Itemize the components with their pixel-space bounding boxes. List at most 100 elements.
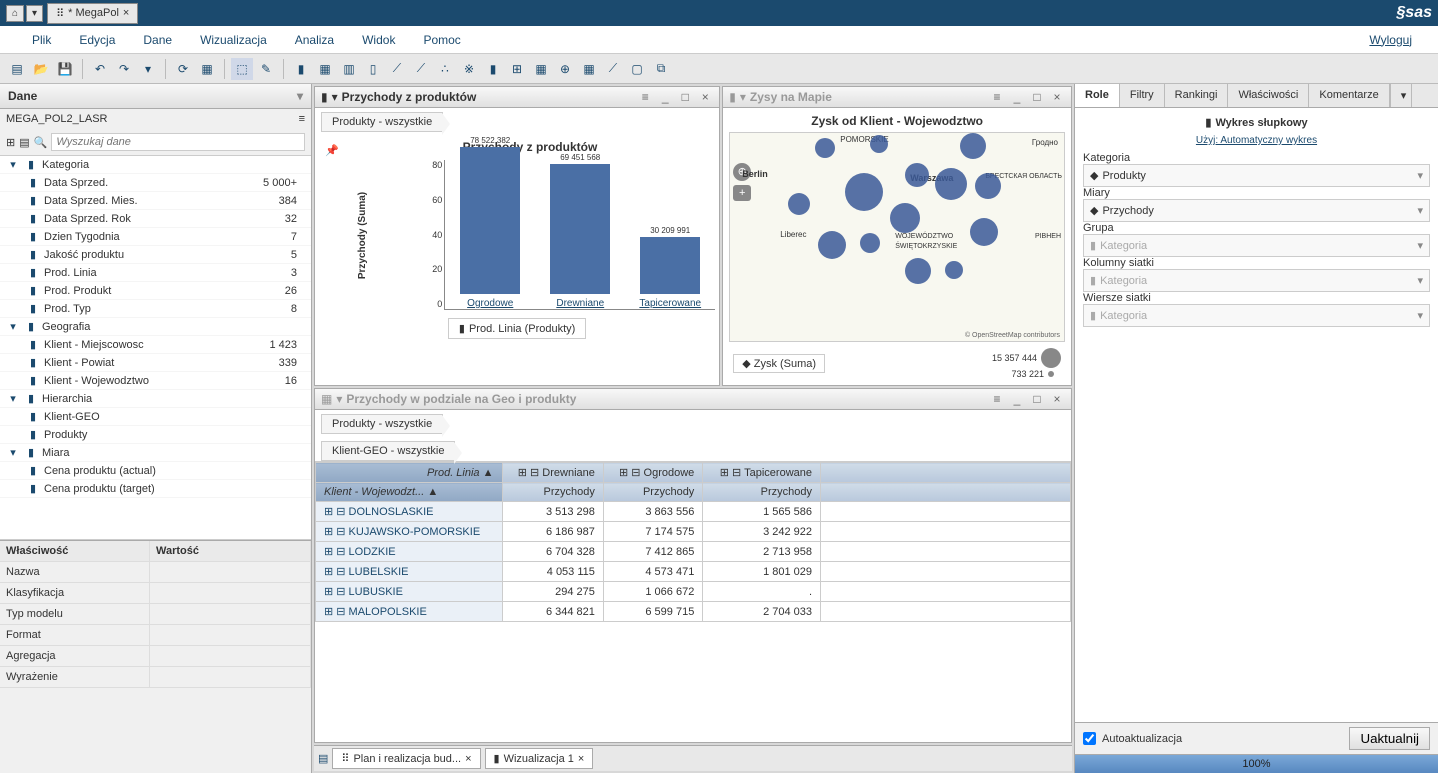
home-button[interactable]: ⌂ xyxy=(6,5,24,22)
menu-visualization[interactable]: Wizualizacja xyxy=(186,33,281,47)
group-label[interactable]: Kategoria xyxy=(42,159,305,171)
role-field[interactable]: ▮Kategoria▾ xyxy=(1083,234,1430,257)
data-item[interactable]: Jakość produktu xyxy=(44,249,291,261)
bar-category-label[interactable]: Drewniane xyxy=(556,298,604,309)
role-field[interactable]: ◆Produkty▾ xyxy=(1083,164,1430,187)
bar-category-label[interactable]: Ogrodowe xyxy=(467,298,513,309)
data-source-menu-icon[interactable]: ≡ xyxy=(299,113,305,125)
col-tapicerowane[interactable]: ⊞ ⊟ Tapicerowane xyxy=(703,463,821,483)
map-canvas[interactable]: ⊕ + POMORSKIE Berlin Warszawa Гродно БРЕ… xyxy=(729,132,1065,342)
pin-icon[interactable]: 📌 xyxy=(325,144,339,157)
new-icon[interactable]: ▤ xyxy=(6,58,28,80)
group-label[interactable]: Hierarchia xyxy=(42,393,305,405)
data-item[interactable]: Prod. Linia xyxy=(44,267,291,279)
history-icon[interactable]: ▾ xyxy=(137,58,159,80)
close-tab-icon[interactable]: × xyxy=(123,7,129,19)
close-icon[interactable]: × xyxy=(1049,392,1065,406)
data-item[interactable]: Produkty xyxy=(44,429,297,441)
table-row-header[interactable]: ⊞ ⊟ DOLNOSLASKIE xyxy=(316,502,503,522)
dropdown-icon[interactable]: ▾ xyxy=(1417,169,1423,182)
dropdown-icon[interactable]: ▾ xyxy=(332,90,338,104)
data-item[interactable]: Klient - Powiat xyxy=(44,357,279,369)
scatter-chart-icon[interactable]: ∴ xyxy=(434,58,456,80)
minimize-icon[interactable]: _ xyxy=(1009,90,1025,104)
line2-icon[interactable]: ⟋ xyxy=(410,58,432,80)
menu-data[interactable]: Dane xyxy=(129,33,186,47)
footer-tab-1[interactable]: ⠿Plan i realizacja bud... × xyxy=(332,748,480,769)
minimize-icon[interactable]: _ xyxy=(1009,392,1025,406)
menu-icon[interactable]: ≡ xyxy=(989,392,1005,406)
crosstab-icon[interactable]: ▥ xyxy=(338,58,360,80)
dropdown-icon[interactable]: ▾ xyxy=(740,90,746,104)
prop-value[interactable] xyxy=(150,646,311,666)
expand-icon[interactable]: ▾ xyxy=(6,446,20,459)
prop-value[interactable] xyxy=(150,583,311,603)
maximize-icon[interactable]: □ xyxy=(1029,392,1045,406)
role-field[interactable]: ▮Kategoria▾ xyxy=(1083,269,1430,292)
dropdown-icon[interactable]: ▾ xyxy=(1417,204,1423,217)
data-item[interactable]: Dzien Tygodnia xyxy=(44,231,291,243)
data-item[interactable]: Prod. Typ xyxy=(44,303,291,315)
minimize-icon[interactable]: _ xyxy=(657,90,673,104)
selection-icon[interactable]: ⬚ xyxy=(231,58,253,80)
expand-icon[interactable]: ▾ xyxy=(6,158,20,171)
prop-value[interactable] xyxy=(150,667,311,687)
undo-icon[interactable]: ↶ xyxy=(89,58,111,80)
table-icon[interactable]: ▦ xyxy=(314,58,336,80)
crosstab-grid[interactable]: Prod. Linia ▲ ⊞ ⊟ Drewniane ⊞ ⊟ Ogrodowe… xyxy=(315,461,1071,742)
tab-properties[interactable]: Właściwości xyxy=(1228,84,1309,107)
globe-icon[interactable]: ⊕ xyxy=(554,58,576,80)
refresh-icon[interactable]: ⟳ xyxy=(172,58,194,80)
close-icon[interactable]: × xyxy=(578,753,584,765)
update-button[interactable]: Uaktualnij xyxy=(1349,727,1430,750)
prop-value[interactable] xyxy=(150,625,311,645)
menu-view[interactable]: Widok xyxy=(348,33,409,47)
footer-tab-2[interactable]: ▮Wizualizacja 1 × xyxy=(485,748,594,769)
data-item[interactable]: Klient-GEO xyxy=(44,411,297,423)
save-icon[interactable]: 💾 xyxy=(54,58,76,80)
grid-icon[interactable]: ⊞ xyxy=(6,136,15,149)
crosstab-breadcrumb-2[interactable]: Klient-GEO - wszystkie xyxy=(321,441,455,461)
data-tree[interactable]: ▾▮Kategoria▮Data Sprzed.5 000+▮Data Sprz… xyxy=(0,155,311,540)
table-row-header[interactable]: ⊞ ⊟ LUBELSKIE xyxy=(316,562,503,582)
prop-value[interactable] xyxy=(150,604,311,624)
menu-file[interactable]: Plik xyxy=(18,33,65,47)
treemap-icon[interactable]: ▦ xyxy=(578,58,600,80)
decision-tree-icon[interactable]: ▢ xyxy=(626,58,648,80)
multi-bar-icon[interactable]: ▯ xyxy=(362,58,384,80)
list-icon[interactable]: ▤ xyxy=(19,136,29,149)
x-axis-label[interactable]: ▮ Prod. Linia (Produkty) xyxy=(448,318,586,339)
zoom-out-icon[interactable]: + xyxy=(733,185,751,201)
right-subheader[interactable]: Użyj: Automatyczny wykres xyxy=(1083,135,1430,146)
menu-help[interactable]: Pomoc xyxy=(409,33,474,47)
box-plot-icon[interactable]: ⊞ xyxy=(506,58,528,80)
table-row-header[interactable]: ⊞ ⊟ LUBUSKIE xyxy=(316,582,503,602)
bar-chart-icon[interactable]: ▮ xyxy=(290,58,312,80)
document-tab[interactable]: ⠿ * MegaPol × xyxy=(47,3,138,24)
correlation-icon[interactable]: ⟋ xyxy=(602,58,624,80)
group-label[interactable]: Miara xyxy=(42,447,305,459)
data-item[interactable]: Klient - Wojewodztwo xyxy=(44,375,285,387)
search-input[interactable] xyxy=(51,133,305,151)
tabs-icon[interactable]: ▤ xyxy=(318,752,328,765)
data-item[interactable]: Data Sprzed. Mies. xyxy=(44,195,279,207)
panel-menu-icon[interactable]: ▾ xyxy=(297,89,303,103)
maximize-icon[interactable]: □ xyxy=(677,90,693,104)
row-label-header[interactable]: Klient - Wojewodzt... ▲ xyxy=(316,483,503,502)
logout-link[interactable]: Wyloguj xyxy=(1369,33,1420,47)
copy-icon[interactable]: ⧉ xyxy=(650,58,672,80)
chart-breadcrumb[interactable]: Produkty - wszystkie xyxy=(321,112,443,132)
expand-icon[interactable]: ▾ xyxy=(6,320,20,333)
crosstab-breadcrumb-1[interactable]: Produkty - wszystkie xyxy=(321,414,443,434)
group-label[interactable]: Geografia xyxy=(42,321,305,333)
dropdown-icon[interactable]: ▾ xyxy=(1417,239,1423,252)
tab-role[interactable]: Role xyxy=(1075,84,1120,107)
tab-more-icon[interactable]: ▾ xyxy=(1390,84,1412,107)
dropdown-icon[interactable]: ▾ xyxy=(1417,274,1423,287)
data-icon[interactable]: ▦ xyxy=(196,58,218,80)
auto-update-checkbox[interactable] xyxy=(1083,732,1096,745)
tab-comments[interactable]: Komentarze xyxy=(1309,84,1389,107)
data-item[interactable]: Cena produktu (target) xyxy=(44,483,297,495)
histogram-icon[interactable]: ▮ xyxy=(482,58,504,80)
menu-icon[interactable]: ≡ xyxy=(989,90,1005,104)
